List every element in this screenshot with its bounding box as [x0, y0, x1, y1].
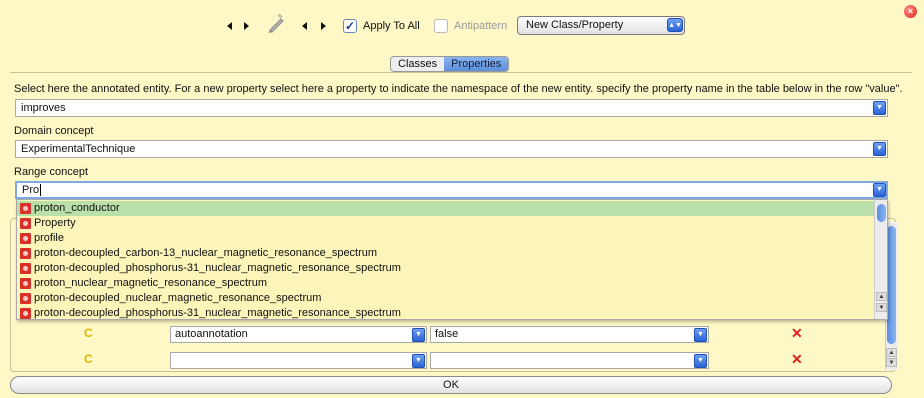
class-icon: [20, 308, 31, 319]
suggestion-label: Property: [34, 217, 76, 229]
class-icon: [20, 263, 31, 274]
suggestion-label: proton-decoupled_carbon-13_nuclear_magne…: [34, 247, 378, 259]
row-type-letter: C: [84, 326, 93, 340]
range-concept-value: Pro: [22, 184, 40, 196]
mode-select-arrow-icon[interactable]: ▲▼: [667, 18, 683, 32]
ok-button[interactable]: OK: [10, 376, 892, 394]
suggestion-item[interactable]: Property: [17, 216, 874, 231]
row-value-dropdown-arrow-icon[interactable]: ▼: [694, 328, 707, 342]
suggestion-label: proton-decoupled_nuclear_magnetic_resona…: [34, 292, 322, 304]
range-concept-label: Range concept: [14, 166, 88, 178]
row-value-dropdown-arrow-icon[interactable]: ▼: [694, 354, 707, 368]
edit-pencil-icon[interactable]: [266, 13, 288, 35]
class-icon: [20, 218, 31, 229]
popup-scrollbar-thumb[interactable]: [877, 204, 886, 222]
row-property-dropdown-arrow-icon[interactable]: ▼: [412, 328, 425, 342]
class-icon: [20, 248, 31, 259]
entity-dropdown-arrow-icon[interactable]: ▼: [873, 101, 886, 115]
tab-classes[interactable]: Classes: [391, 57, 444, 71]
row-property-value: autoannotation: [175, 328, 248, 340]
suggestion-item[interactable]: proton-decoupled_carbon-13_nuclear_magne…: [17, 246, 874, 261]
class-icon: [20, 278, 31, 289]
mode-select[interactable]: New Class/Property: [517, 16, 685, 35]
tab-properties[interactable]: Properties: [444, 57, 509, 71]
previous-arrow-icon[interactable]: [302, 22, 307, 30]
scroll-up-arrow-icon[interactable]: ▲: [886, 348, 897, 357]
close-window-icon[interactable]: ×: [904, 5, 917, 18]
popup-scroll-up-arrow-icon[interactable]: ▲: [876, 292, 887, 301]
text-cursor: [40, 184, 42, 196]
domain-concept-label: Domain concept: [14, 125, 94, 137]
class-icon: [20, 233, 31, 244]
tab-separator: [10, 72, 912, 73]
antipattern-checkbox[interactable]: [434, 19, 448, 33]
suggestion-label: profile: [34, 232, 64, 244]
suggestion-item[interactable]: profile: [17, 231, 874, 246]
row-property-field[interactable]: [170, 352, 427, 369]
suggestion-item[interactable]: proton_nuclear_magnetic_resonance_spectr…: [17, 276, 874, 291]
delete-row-icon[interactable]: ✕: [791, 325, 803, 342]
suggestion-item[interactable]: proton_conductor: [17, 201, 874, 216]
entity-field-value: improves: [21, 102, 66, 114]
instruction-text: Select here the annotated entity. For a …: [14, 83, 903, 95]
suggestion-label: proton_nuclear_magnetic_resonance_spectr…: [34, 277, 267, 289]
apply-to-all-checkbox[interactable]: ✓: [343, 19, 357, 33]
apply-to-all-label: Apply To All: [363, 20, 420, 32]
range-suggestions-popup: proton_conductor Property profile proton-de…: [16, 199, 888, 320]
class-icon: [20, 203, 31, 214]
row-value-field[interactable]: false: [430, 326, 709, 343]
popup-scrollbar[interactable]: ▲ ▼: [874, 200, 887, 319]
suggestion-item[interactable]: proton-decoupled_nuclear_magnetic_resona…: [17, 291, 874, 306]
suggestion-label: proton-decoupled_phosphorus-31_nuclear_m…: [34, 307, 401, 319]
row-value-field[interactable]: [430, 352, 709, 369]
antipattern-label: Antipattern: [454, 20, 508, 32]
domain-dropdown-arrow-icon[interactable]: ▼: [873, 142, 886, 156]
domain-concept-value: ExperimentalTechnique: [21, 143, 136, 155]
class-icon: [20, 293, 31, 304]
next-arrow-icon[interactable]: [244, 22, 249, 30]
row-property-dropdown-arrow-icon[interactable]: ▼: [412, 354, 425, 368]
tab-bar: Classes Properties: [390, 56, 510, 72]
row-type-letter: C: [84, 352, 93, 366]
previous-arrow-icon[interactable]: [227, 22, 232, 30]
row-value-value: false: [435, 328, 459, 340]
table-scrollbar-thumb[interactable]: [887, 226, 896, 344]
scroll-down-arrow-icon[interactable]: ▼: [886, 358, 897, 367]
suggestion-item[interactable]: proton-decoupled_phosphorus-31_nuclear_m…: [17, 306, 874, 319]
suggestion-label: proton-decoupled_phosphorus-31_nuclear_m…: [34, 262, 401, 274]
range-concept-field[interactable]: Pro: [15, 181, 888, 199]
mode-select-value: New Class/Property: [526, 19, 624, 31]
row-property-field[interactable]: autoannotation: [170, 326, 427, 343]
popup-scroll-down-arrow-icon[interactable]: ▼: [876, 303, 887, 312]
entity-field[interactable]: improves: [15, 99, 888, 117]
delete-row-icon[interactable]: ✕: [791, 351, 803, 368]
next-arrow-icon[interactable]: [321, 22, 326, 30]
range-dropdown-arrow-icon[interactable]: ▼: [873, 183, 886, 197]
suggestion-label: proton_conductor: [34, 202, 120, 214]
suggestion-list: proton_conductor Property profile proton-de…: [17, 201, 874, 319]
suggestion-item[interactable]: proton-decoupled_phosphorus-31_nuclear_m…: [17, 261, 874, 276]
domain-concept-field[interactable]: ExperimentalTechnique: [15, 140, 888, 158]
